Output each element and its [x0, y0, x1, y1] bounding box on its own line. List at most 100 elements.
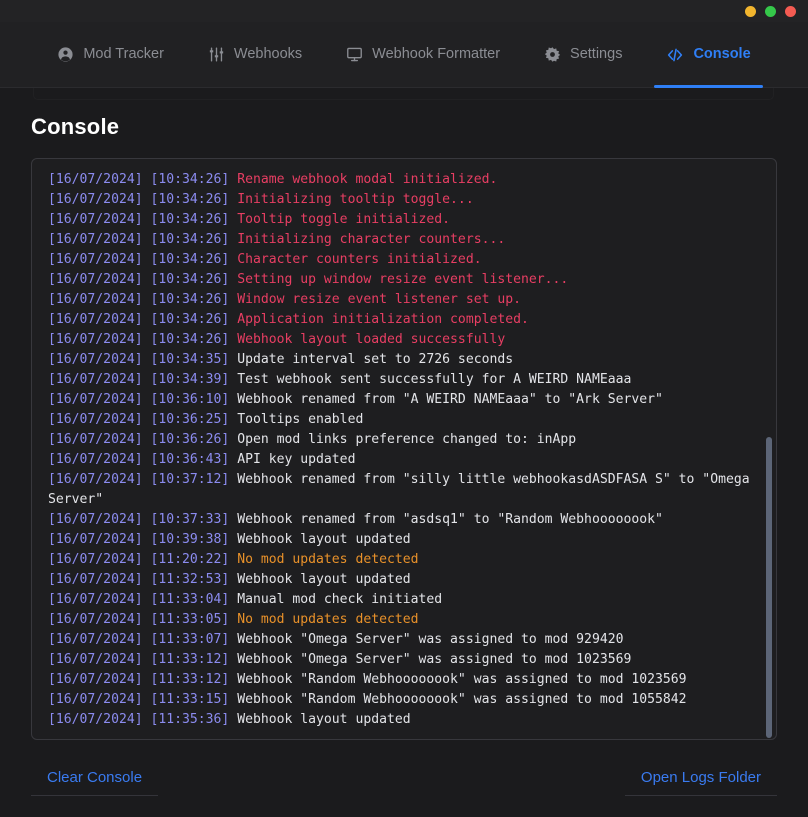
- log-timestamp: [16/07/2024] [10:34:35]: [48, 352, 238, 367]
- log-message: Tooltips enabled: [237, 412, 364, 427]
- console-log-line: [16/07/2024] [10:34:26] Application init…: [48, 310, 758, 330]
- console-log-line: [16/07/2024] [11:32:53] Webhook layout u…: [48, 570, 758, 590]
- monitor-icon: [346, 46, 363, 63]
- console-log-line: [16/07/2024] [10:34:39] Test webhook sen…: [48, 370, 758, 390]
- log-timestamp: [16/07/2024] [10:34:39]: [48, 372, 238, 387]
- console-log-line: [16/07/2024] [10:36:10] Webhook renamed …: [48, 390, 758, 410]
- tab-label: Webhooks: [233, 46, 303, 63]
- log-timestamp: [16/07/2024] [10:34:26]: [48, 172, 238, 187]
- console-log-line: [16/07/2024] [11:33:07] Webhook "Omega S…: [48, 630, 758, 650]
- open-logs-folder-button[interactable]: Open Logs Folder: [624, 766, 777, 796]
- console-output-panel[interactable]: [16/07/2024] [10:34:26] Rename webhook m…: [31, 158, 777, 740]
- console-log-line: [16/07/2024] [10:34:26] Rename webhook m…: [48, 170, 758, 190]
- console-log-line: [16/07/2024] [10:34:26] Initializing too…: [48, 190, 758, 210]
- log-timestamp: [16/07/2024] [10:34:26]: [48, 232, 238, 247]
- sliders-icon: [208, 46, 225, 63]
- log-timestamp: [16/07/2024] [10:36:25]: [48, 412, 238, 427]
- log-timestamp: [16/07/2024] [10:36:43]: [48, 452, 238, 467]
- log-timestamp: [16/07/2024] [11:33:12]: [48, 672, 238, 687]
- log-timestamp: [16/07/2024] [10:37:33]: [48, 512, 238, 527]
- log-message: Webhook layout updated: [237, 572, 411, 587]
- log-timestamp: [16/07/2024] [11:33:15]: [48, 692, 238, 707]
- minimize-button[interactable]: [745, 5, 756, 17]
- console-log-line: [16/07/2024] [10:39:38] Webhook layout u…: [48, 530, 758, 550]
- log-message: No mod updates detected: [237, 552, 419, 567]
- log-message: Webhook layout loaded successfully: [237, 332, 506, 347]
- console-log-list[interactable]: [16/07/2024] [10:34:26] Rename webhook m…: [32, 159, 776, 739]
- console-scrollbar-thumb[interactable]: [766, 437, 772, 738]
- log-timestamp: [16/07/2024] [10:39:38]: [48, 532, 238, 547]
- log-timestamp: [16/07/2024] [10:34:26]: [48, 272, 238, 287]
- log-timestamp: [16/07/2024] [10:34:26]: [48, 192, 238, 207]
- log-message: Webhook renamed from "asdsq1" to "Random…: [237, 512, 663, 527]
- log-timestamp: [16/07/2024] [11:32:53]: [48, 572, 238, 587]
- log-message: Update interval set to 2726 seconds: [237, 352, 514, 367]
- log-message: Character counters initialized.: [237, 252, 482, 267]
- log-timestamp: [16/07/2024] [10:34:26]: [48, 312, 238, 327]
- log-message: Setting up window resize event listener.…: [237, 272, 569, 287]
- tab-label: Webhook Formatter: [372, 46, 501, 63]
- log-timestamp: [16/07/2024] [10:37:12]: [48, 472, 238, 487]
- tab-console[interactable]: Console: [644, 22, 772, 88]
- log-message: Initializing tooltip toggle...: [237, 192, 474, 207]
- log-timestamp: [16/07/2024] [11:20:22]: [48, 552, 238, 567]
- user-circle-icon: [57, 46, 74, 63]
- close-button[interactable]: [785, 5, 796, 17]
- console-footer: Clear Console Open Logs Folder: [31, 740, 777, 796]
- tab-webhook-formatter[interactable]: Webhook Formatter: [324, 22, 522, 88]
- tab-label: Settings: [570, 46, 623, 63]
- log-timestamp: [16/07/2024] [11:33:07]: [48, 632, 238, 647]
- log-message: Webhook renamed from "A WEIRD NAMEaaa" t…: [237, 392, 663, 407]
- log-message: Webhook layout updated: [237, 532, 411, 547]
- log-message: Window resize event listener set up.: [237, 292, 521, 307]
- console-log-line: [16/07/2024] [10:34:26] Tooltip toggle i…: [48, 210, 758, 230]
- log-timestamp: [16/07/2024] [11:33:12]: [48, 652, 238, 667]
- log-timestamp: [16/07/2024] [11:33:04]: [48, 592, 238, 607]
- log-timestamp: [16/07/2024] [11:33:05]: [48, 612, 238, 627]
- gear-icon: [544, 46, 561, 63]
- log-timestamp: [16/07/2024] [10:34:26]: [48, 212, 238, 227]
- main-tab-bar: Mod Tracker Webhooks Webhook Formatter S…: [0, 22, 808, 88]
- page-title: Console: [31, 114, 120, 139]
- log-message: Webhook "Omega Server" was assigned to m…: [237, 632, 624, 647]
- log-message: Open mod links preference changed to: in…: [237, 432, 577, 447]
- log-timestamp: [16/07/2024] [10:36:10]: [48, 392, 238, 407]
- tab-label: Console: [693, 46, 751, 63]
- log-timestamp: [16/07/2024] [11:35:36]: [48, 712, 238, 727]
- log-timestamp: [16/07/2024] [10:36:26]: [48, 432, 238, 447]
- console-log-line: [16/07/2024] [11:33:05] No mod updates d…: [48, 610, 758, 630]
- console-log-line: [16/07/2024] [11:35:36] Webhook layout u…: [48, 710, 758, 730]
- window-title-bar: [0, 0, 808, 22]
- log-message: Webhook layout updated: [237, 712, 411, 727]
- maximize-button[interactable]: [765, 5, 776, 17]
- console-log-line: [16/07/2024] [10:34:26] Setting up windo…: [48, 270, 758, 290]
- log-timestamp: [16/07/2024] [10:34:26]: [48, 252, 238, 267]
- log-message: Webhook "Random Webhoooooook" was assign…: [237, 672, 687, 687]
- clear-console-button[interactable]: Clear Console: [31, 766, 159, 796]
- console-page: Console [16/07/2024] [10:34:26] Rename w…: [0, 88, 808, 817]
- log-message: Application initialization completed.: [237, 312, 529, 327]
- log-message: API key updated: [237, 452, 356, 467]
- console-log-line: [16/07/2024] [10:34:26] Window resize ev…: [48, 290, 758, 310]
- tab-mod-tracker[interactable]: Mod Tracker: [35, 22, 186, 88]
- log-timestamp: [16/07/2024] [10:34:26]: [48, 292, 238, 307]
- log-message: Initializing character counters...: [237, 232, 506, 247]
- console-log-line: [16/07/2024] [11:20:22] No mod updates d…: [48, 550, 758, 570]
- console-log-line: [16/07/2024] [11:33:15] Webhook "Random …: [48, 690, 758, 710]
- console-scrollbar[interactable]: [764, 160, 773, 738]
- console-log-line: [16/07/2024] [10:37:33] Webhook renamed …: [48, 510, 758, 530]
- log-message: Manual mod check initiated: [237, 592, 443, 607]
- log-message: Rename webhook modal initialized.: [237, 172, 498, 187]
- tab-webhooks[interactable]: Webhooks: [186, 22, 324, 88]
- log-timestamp: [16/07/2024] [10:34:26]: [48, 332, 238, 347]
- log-message: No mod updates detected: [237, 612, 419, 627]
- console-log-line: [16/07/2024] [11:33:04] Manual mod check…: [48, 590, 758, 610]
- tab-label: Mod Tracker: [83, 46, 164, 63]
- log-message: Tooltip toggle initialized.: [237, 212, 451, 227]
- log-message: Webhook "Random Webhoooooook" was assign…: [237, 692, 687, 707]
- console-log-line: [16/07/2024] [11:33:12] Webhook "Omega S…: [48, 650, 758, 670]
- tab-settings[interactable]: Settings: [522, 22, 644, 88]
- log-message: Test webhook sent successfully for A WEI…: [237, 372, 632, 387]
- console-log-line: [16/07/2024] [10:34:35] Update interval …: [48, 350, 758, 370]
- console-log-line: [16/07/2024] [10:34:26] Initializing cha…: [48, 230, 758, 250]
